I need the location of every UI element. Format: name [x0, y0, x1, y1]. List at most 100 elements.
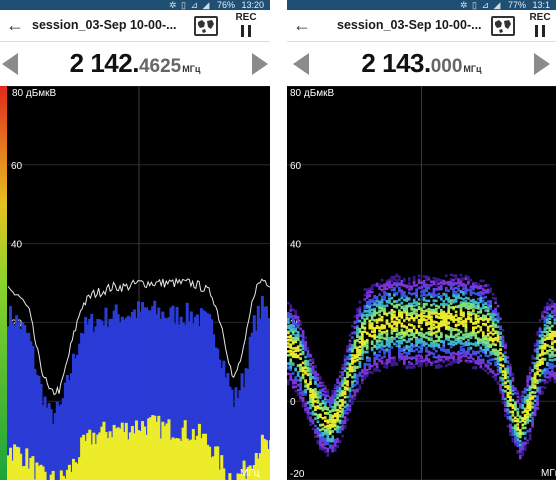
heatmap-cell — [309, 387, 312, 391]
heatmap-cell — [294, 315, 298, 318]
heatmap-cell — [370, 312, 374, 315]
heatmap-cell — [400, 328, 404, 332]
heatmap-cell — [353, 326, 357, 329]
heatmap-cell — [491, 371, 495, 375]
heatmap-cell — [514, 402, 517, 406]
heatmap-cell — [346, 383, 349, 387]
map-icon[interactable] — [491, 16, 515, 36]
battery-level: 77% — [507, 0, 526, 10]
heatmap-cell — [402, 362, 406, 366]
heatmap-cell — [442, 299, 446, 303]
heatmap-cell — [383, 355, 386, 358]
rec-pause-button[interactable]: REC — [527, 12, 553, 42]
heatmap-cell — [543, 327, 547, 330]
freq-increase-icon[interactable] — [534, 53, 550, 75]
heatmap-cell — [417, 358, 421, 361]
heatmap-cell — [474, 350, 478, 354]
heatmap-cell — [390, 358, 394, 362]
heatmap-cell — [440, 364, 443, 368]
heatmap-cell — [299, 344, 302, 348]
heatmap-cell — [531, 422, 534, 426]
heatmap-cell — [484, 354, 488, 357]
heatmap-cell — [531, 416, 534, 420]
heatmap-cell — [491, 352, 495, 356]
heatmap-cell — [437, 295, 441, 299]
heatmap-cell — [543, 357, 547, 361]
heatmap-cell — [536, 401, 539, 405]
heatmap-cell — [494, 301, 497, 305]
heatmap-cell — [477, 337, 480, 340]
rec-pause-button[interactable]: REC — [233, 12, 259, 42]
y-tick-label: 60 — [290, 161, 302, 172]
heatmap-cell — [388, 311, 391, 315]
heatmap-cell — [452, 315, 455, 319]
heatmap-cell — [395, 300, 399, 303]
heatmap-cell — [491, 358, 495, 361]
heatmap-cell — [486, 364, 490, 368]
heatmap-cell — [491, 339, 495, 343]
heatmap-cell — [516, 432, 520, 436]
heatmap-cell — [501, 401, 505, 405]
map-icon[interactable] — [194, 16, 218, 36]
heatmap-cell — [504, 389, 507, 393]
heatmap-cell — [321, 406, 325, 410]
heatmap-cell — [311, 427, 315, 431]
heatmap-cell — [462, 333, 465, 337]
heatmap-cell — [425, 299, 428, 303]
heatmap-cell — [521, 447, 525, 451]
freq-decrease-icon[interactable] — [293, 53, 309, 75]
heatmap-cell — [459, 282, 463, 286]
heatmap-cell — [417, 305, 421, 309]
heatmap-cell — [321, 437, 325, 440]
back-arrow-icon[interactable]: ← — [6, 14, 24, 36]
heatmap-cell — [311, 388, 315, 392]
heatmap-cell — [341, 384, 344, 387]
heatmap-cell — [506, 412, 510, 415]
heatmap-cell — [306, 409, 310, 413]
heatmap-cell — [494, 348, 497, 352]
heatmap-cell — [506, 404, 510, 408]
heatmap-cell — [437, 336, 441, 339]
heatmap-cell — [336, 389, 339, 393]
heatmap-cell — [467, 343, 470, 347]
heatmap-cell — [385, 340, 389, 343]
heatmap-cell — [356, 377, 359, 380]
heatmap-cell — [420, 327, 423, 331]
back-arrow-icon[interactable]: ← — [293, 14, 311, 36]
heatmap-cell — [299, 379, 302, 382]
heatmap-cell — [319, 436, 322, 440]
heatmap-cell — [501, 354, 505, 358]
heatmap-cell — [321, 444, 325, 447]
heatmap-cell — [469, 278, 473, 282]
heatmap-cell — [499, 388, 502, 392]
heatmap-cell — [314, 394, 317, 397]
heatmap-cell — [462, 287, 465, 291]
heatmap-cell — [388, 322, 391, 326]
heatmap-cell — [435, 339, 438, 343]
freq-decrease-icon[interactable] — [2, 53, 18, 75]
heatmap-cell — [309, 416, 312, 419]
heatmap-cell — [464, 306, 468, 309]
heatmap-cell — [321, 408, 325, 412]
heatmap-cell — [378, 346, 381, 349]
heatmap-cell — [353, 339, 357, 343]
heatmap-cell — [543, 319, 547, 322]
heatmap-cell — [449, 340, 453, 343]
heatmap-cell — [373, 303, 376, 306]
heatmap-cell — [378, 343, 381, 347]
heatmap-cell — [353, 383, 357, 387]
heatmap-cell — [314, 390, 317, 393]
freq-increase-icon[interactable] — [252, 53, 268, 75]
heatmap-cell — [294, 389, 298, 393]
heatmap-cell — [521, 431, 525, 435]
heatmap-cell — [415, 354, 418, 358]
heatmap-cell — [474, 292, 478, 296]
heatmap-cell — [464, 359, 468, 363]
heatmap-cell — [526, 378, 529, 381]
heatmap-cell — [489, 312, 492, 316]
heatmap-cell — [457, 336, 460, 339]
heatmap-cell — [343, 376, 347, 380]
heatmap-cell — [375, 347, 379, 350]
heatmap-cell — [375, 342, 379, 346]
heatmap-cell — [294, 355, 298, 359]
